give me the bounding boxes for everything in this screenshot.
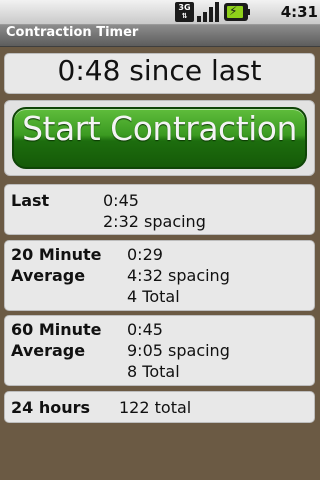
data-arrows-icon: ⇅: [181, 12, 188, 20]
sixty-minute-average-card: 60 Minute Average 0:45 9:05 spacing 8 To…: [4, 315, 315, 386]
twenty-minute-average-card: 20 Minute Average 0:29 4:32 spacing 4 To…: [4, 240, 315, 311]
since-last-text: 0:48 since last: [57, 54, 262, 87]
avg20-total: 4 Total: [127, 287, 180, 306]
avg60-spacing: 9:05 spacing: [127, 341, 230, 360]
avg20-label-line2: Average: [11, 266, 86, 285]
last-duration: 0:45: [103, 191, 139, 210]
network-type-label: 3G: [178, 3, 191, 12]
avg20-spacing: 4:32 spacing: [127, 266, 230, 285]
avg20-label-line1: 20 Minute: [11, 245, 102, 264]
avg60-duration: 0:45: [127, 320, 163, 339]
day-label: 24 hours: [11, 398, 91, 417]
avg60-label-line1: 60 Minute: [11, 320, 102, 339]
start-button-container: Start Contraction: [4, 100, 315, 176]
last-contraction-card: Last 0:45 2:32 spacing: [4, 184, 315, 235]
start-contraction-button[interactable]: Start Contraction: [12, 107, 307, 169]
app-title-bar: Contraction Timer: [0, 25, 320, 47]
start-contraction-label: Start Contraction: [22, 109, 297, 148]
avg60-label-line2: Average: [11, 341, 86, 360]
signal-strength-icon: [197, 2, 219, 22]
status-time: 4:31 PM: [280, 3, 318, 46]
last-spacing: 2:32 spacing: [103, 212, 206, 231]
since-last-card: 0:48 since last: [4, 53, 315, 94]
last-label: Last: [11, 191, 50, 210]
status-bar: 3G ⇅ ⚡ 4:31 PM: [0, 0, 320, 46]
3g-data-icon: 3G ⇅: [175, 2, 194, 22]
twenty-four-hours-card: 24 hours 122 total: [4, 391, 315, 423]
app-title: Contraction Timer: [6, 25, 139, 40]
battery-charging-icon: ⚡: [224, 3, 250, 21]
avg60-total: 8 Total: [127, 362, 180, 381]
day-total: 122 total: [119, 398, 192, 417]
avg20-duration: 0:29: [127, 245, 163, 264]
